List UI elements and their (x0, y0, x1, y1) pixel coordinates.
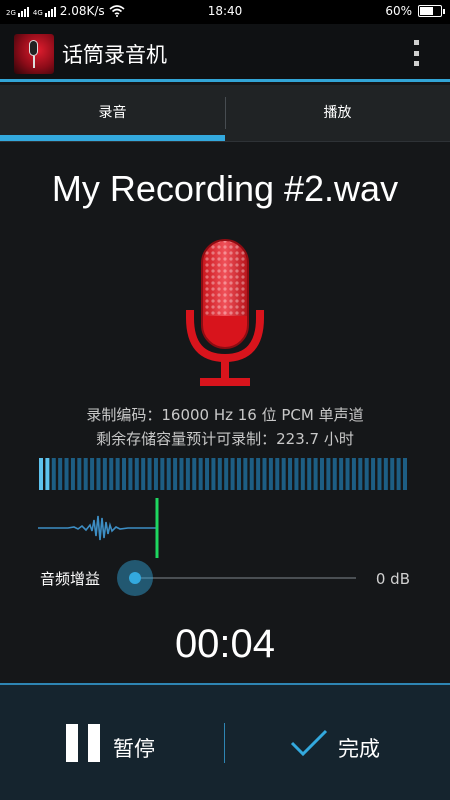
level-segment (179, 458, 184, 490)
level-segment (224, 458, 229, 490)
tab-indicator (0, 135, 225, 141)
level-segment (294, 458, 299, 490)
level-segment (90, 458, 95, 490)
gain-label: 音频增益 (40, 570, 101, 588)
pause-label: 暂停 (113, 737, 155, 761)
pause-icon (66, 724, 100, 762)
level-segment (153, 458, 158, 490)
waveform (38, 498, 159, 558)
tab-playback[interactable]: 播放 (225, 85, 450, 142)
level-segment (275, 458, 280, 490)
level-segment (249, 458, 254, 490)
check-icon (290, 729, 328, 757)
level-segment (211, 458, 216, 490)
level-segment (192, 458, 197, 490)
encoding-info: 录制编码：16000 Hz 16 位 PCM 单声道 (86, 406, 364, 424)
battery-percent: 60% (385, 4, 412, 18)
done-button[interactable]: 完成 (225, 685, 450, 800)
level-segment (396, 458, 401, 490)
level-segment (377, 458, 382, 490)
level-segment (332, 458, 337, 490)
level-segment (236, 458, 241, 490)
elapsed-timer: 00:04 (174, 622, 276, 666)
overflow-menu-icon[interactable] (414, 40, 420, 66)
level-segment (173, 458, 178, 490)
status-right: 60% (385, 4, 445, 18)
level-segment (64, 458, 69, 490)
level-segment (147, 458, 152, 490)
level-segment (141, 458, 146, 490)
level-segment (128, 458, 133, 490)
action-bar: 话筒录音机 (0, 24, 450, 82)
level-segment (217, 458, 222, 490)
level-segment (109, 458, 114, 490)
gain-slider-track[interactable] (134, 577, 356, 579)
level-segment (403, 458, 407, 490)
level-segment (70, 458, 75, 490)
level-segment (345, 458, 350, 490)
microphone-app-icon[interactable] (14, 34, 54, 74)
level-segment (58, 458, 63, 490)
level-segment (326, 458, 331, 490)
status-bar: 2G 4G 2.08K/s 18:40 60% (0, 0, 450, 24)
level-segment (268, 458, 273, 490)
recording-file-name: My Recording #2.wav (51, 168, 399, 209)
level-segment (256, 458, 261, 490)
bottom-control-bar: 暂停 完成 (0, 683, 450, 800)
level-segment (288, 458, 293, 490)
level-segment (243, 458, 248, 490)
level-segment (39, 458, 43, 490)
level-segment (122, 458, 127, 490)
level-segment (115, 458, 120, 490)
gain-slider-thumb[interactable] (117, 560, 153, 596)
pause-button[interactable]: 暂停 (0, 685, 224, 800)
level-segment (160, 458, 165, 490)
level-segment (45, 458, 50, 490)
battery-icon (418, 5, 445, 17)
microphone-icon (180, 238, 270, 390)
level-segment (300, 458, 305, 490)
level-segment (230, 458, 235, 490)
tab-record[interactable]: 录音 (0, 85, 225, 142)
level-segment (281, 458, 286, 490)
level-segment (166, 458, 171, 490)
level-segment (102, 458, 107, 490)
gain-value: 0 dB (375, 570, 410, 588)
level-segment (319, 458, 324, 490)
level-segment (313, 458, 318, 490)
level-segment (358, 458, 363, 490)
level-segment (83, 458, 88, 490)
level-segment (185, 458, 190, 490)
status-time: 18:40 (207, 4, 243, 18)
level-segment (383, 458, 388, 490)
level-segment (364, 458, 369, 490)
tab-bar: 录音 播放 (0, 85, 450, 142)
level-segment (339, 458, 344, 490)
level-segment (371, 458, 376, 490)
level-segment (307, 458, 312, 490)
storage-remaining: 剩余存储容量预计可录制：223.7 小时 (96, 430, 354, 448)
level-segment (262, 458, 267, 490)
level-segment (134, 458, 139, 490)
app-title: 话筒录音机 (62, 43, 167, 67)
done-label: 完成 (338, 737, 380, 761)
level-segment (77, 458, 82, 490)
level-segment (51, 458, 56, 490)
level-meter (39, 458, 407, 490)
level-segment (390, 458, 395, 490)
level-segment (96, 458, 101, 490)
level-segment (205, 458, 210, 490)
level-segment (351, 458, 356, 490)
level-segment (198, 458, 203, 490)
